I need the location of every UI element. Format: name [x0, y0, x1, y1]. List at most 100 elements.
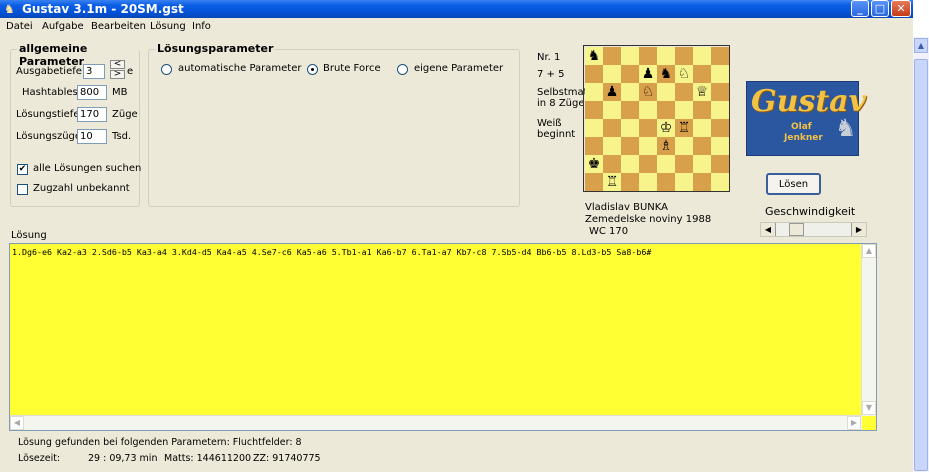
square-d2[interactable] [639, 155, 657, 173]
square-a1[interactable] [585, 173, 603, 191]
square-d1[interactable] [639, 173, 657, 191]
square-c5[interactable] [621, 101, 639, 119]
scroll-down-icon[interactable]: ▼ [862, 401, 876, 415]
slider-right-arrow[interactable]: ▶ [851, 223, 866, 236]
square-a6[interactable] [585, 83, 603, 101]
square-f4[interactable]: ♖ [675, 119, 693, 137]
square-g4[interactable] [693, 119, 711, 137]
square-e1[interactable] [657, 173, 675, 191]
radio-brute-force[interactable] [307, 64, 318, 75]
scroll-right-icon[interactable]: ▶ [847, 416, 861, 430]
ausgabetiefe-field[interactable]: 3 [83, 64, 105, 79]
hashtables-field[interactable]: 800 [77, 85, 107, 100]
solution-vertical-scrollbar[interactable]: ▲ ▼ [861, 244, 876, 416]
square-e8[interactable] [657, 47, 675, 65]
square-g5[interactable] [693, 101, 711, 119]
square-h3[interactable] [711, 137, 729, 155]
square-f7[interactable]: ♘ [675, 65, 693, 83]
radio-custom[interactable] [397, 64, 408, 75]
square-e4[interactable]: ♔ [657, 119, 675, 137]
window-scroll-thumb[interactable] [914, 59, 928, 471]
square-c6[interactable] [621, 83, 639, 101]
square-b4[interactable] [603, 119, 621, 137]
menu-loesung[interactable]: Lösung [150, 21, 186, 32]
scroll-left-icon[interactable]: ◀ [10, 416, 24, 430]
menu-aufgabe[interactable]: Aufgabe [42, 21, 84, 32]
square-h5[interactable] [711, 101, 729, 119]
square-d6[interactable]: ♘ [639, 83, 657, 101]
menu-info[interactable]: Info [192, 21, 211, 32]
square-b1[interactable]: ♖ [603, 173, 621, 191]
square-a3[interactable] [585, 137, 603, 155]
square-f1[interactable] [675, 173, 693, 191]
square-g1[interactable] [693, 173, 711, 191]
maximize-button[interactable]: □ [871, 0, 889, 17]
square-c3[interactable] [621, 137, 639, 155]
title-bar[interactable]: ♞ Gustav 3.1m - 20SM.gst _ □ ✕ [0, 0, 913, 18]
square-f8[interactable] [675, 47, 693, 65]
scroll-up-icon[interactable]: ▲ [862, 244, 876, 258]
square-g8[interactable] [693, 47, 711, 65]
square-b2[interactable] [603, 155, 621, 173]
square-e7[interactable]: ♞ [657, 65, 675, 83]
radio-automatic[interactable] [161, 64, 172, 75]
solve-button[interactable]: Lösen [766, 173, 821, 195]
square-d3[interactable] [639, 137, 657, 155]
square-h4[interactable] [711, 119, 729, 137]
square-g6[interactable]: ♕ [693, 83, 711, 101]
close-button[interactable]: ✕ [891, 0, 911, 17]
square-a8[interactable]: ♞ [585, 47, 603, 65]
menu-bearbeiten[interactable]: Bearbeiten [91, 21, 146, 32]
square-b7[interactable] [603, 65, 621, 83]
square-c7[interactable] [621, 65, 639, 83]
square-c4[interactable] [621, 119, 639, 137]
minimize-button[interactable]: _ [851, 0, 869, 17]
speed-slider[interactable]: ◀ ▶ [760, 222, 867, 237]
square-d8[interactable] [639, 47, 657, 65]
square-e2[interactable] [657, 155, 675, 173]
all-solutions-checkbox[interactable]: ✔ [17, 164, 28, 175]
loesungszuege-field[interactable]: 10 [77, 129, 107, 144]
square-g3[interactable] [693, 137, 711, 155]
square-g2[interactable] [693, 155, 711, 173]
loesungstiefe-field[interactable]: 170 [77, 107, 107, 122]
square-b8[interactable] [603, 47, 621, 65]
square-c8[interactable] [621, 47, 639, 65]
ausgabetiefe-up-button[interactable]: < [110, 60, 125, 69]
square-h6[interactable] [711, 83, 729, 101]
menu-datei[interactable]: Datei [6, 21, 33, 32]
square-h8[interactable] [711, 47, 729, 65]
square-b5[interactable] [603, 101, 621, 119]
square-c1[interactable] [621, 173, 639, 191]
square-a5[interactable] [585, 101, 603, 119]
square-h7[interactable] [711, 65, 729, 83]
unknown-count-checkbox[interactable] [17, 184, 28, 195]
square-f3[interactable] [675, 137, 693, 155]
square-f5[interactable] [675, 101, 693, 119]
solution-textarea[interactable]: 1.Dg6-e6 Ka2-a3 2.Sd6-b5 Ka3-a4 3.Kd4-d5… [9, 243, 877, 431]
square-a4[interactable] [585, 119, 603, 137]
square-a7[interactable] [585, 65, 603, 83]
square-e3[interactable]: ♗ [657, 137, 675, 155]
square-e5[interactable] [657, 101, 675, 119]
square-a2[interactable]: ♚ [585, 155, 603, 173]
square-e6[interactable] [657, 83, 675, 101]
square-d5[interactable] [639, 101, 657, 119]
square-f6[interactable] [675, 83, 693, 101]
slider-thumb[interactable] [789, 223, 804, 236]
square-c2[interactable] [621, 155, 639, 173]
square-h1[interactable] [711, 173, 729, 191]
square-b3[interactable] [603, 137, 621, 155]
square-f2[interactable] [675, 155, 693, 173]
slider-left-arrow[interactable]: ◀ [761, 223, 776, 236]
square-h2[interactable] [711, 155, 729, 173]
square-d7[interactable]: ♟ [639, 65, 657, 83]
ausgabetiefe-down-button[interactable]: > [110, 70, 125, 79]
window-scroll-up-icon[interactable]: ▲ [914, 38, 928, 53]
square-d4[interactable] [639, 119, 657, 137]
chess-board[interactable]: ♞ ♟ ♞ ♘ ♟ ♘ ♕ ♔ ♖ ♗ ♚ ♖ [583, 45, 730, 192]
window-scrollbar[interactable]: ▲ [913, 37, 929, 472]
square-g7[interactable] [693, 65, 711, 83]
square-b6[interactable]: ♟ [603, 83, 621, 101]
solution-horizontal-scrollbar[interactable]: ◀ ▶ [10, 415, 862, 430]
